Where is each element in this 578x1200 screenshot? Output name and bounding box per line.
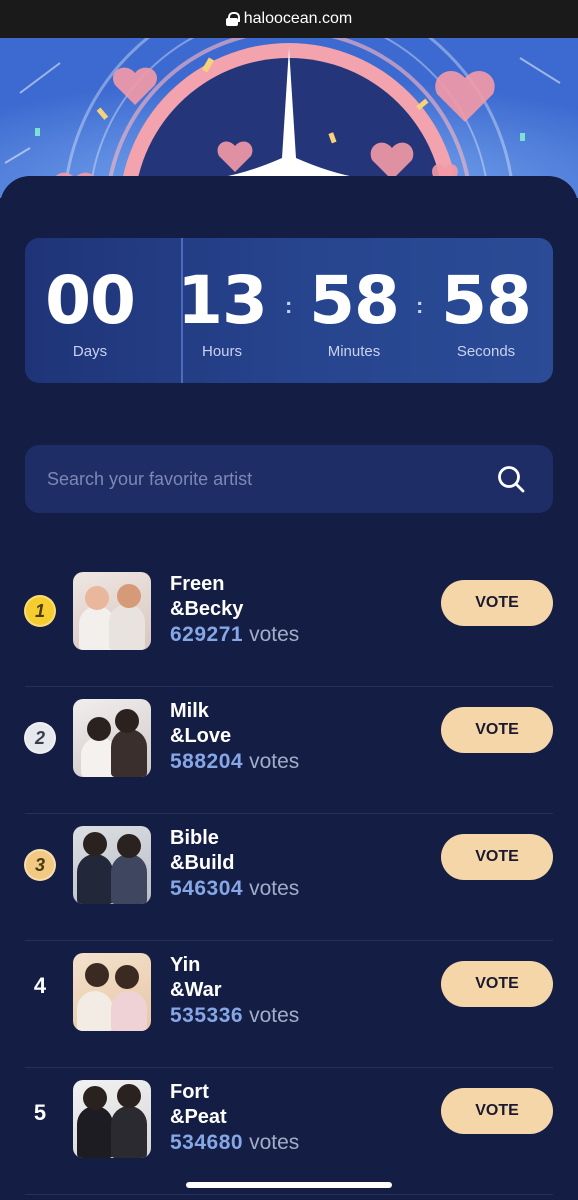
artist-name: Yin &War bbox=[170, 954, 222, 1001]
vote-count: 588204 votes bbox=[170, 750, 300, 773]
vote-button[interactable]: VOTE bbox=[441, 961, 553, 1007]
ranking-row: 4 Yin &War 535336 votes VOTE bbox=[0, 941, 578, 1068]
artist-thumbnail bbox=[73, 572, 151, 650]
vote-count: 629271 votes bbox=[170, 623, 300, 646]
search-input[interactable] bbox=[47, 445, 477, 513]
countdown-separator: : bbox=[416, 293, 424, 318]
ranking-row: 2 Milk &Love 588204 votes VOTE bbox=[0, 687, 578, 814]
silver-medal-icon: 2 bbox=[24, 722, 56, 754]
artist-name: Bible &Build bbox=[170, 827, 235, 874]
vote-count: 546304 votes bbox=[170, 877, 300, 900]
vote-button[interactable]: VOTE bbox=[441, 1088, 553, 1134]
vote-count: 534680 votes bbox=[170, 1131, 300, 1154]
artist-name: Freen &Becky bbox=[170, 573, 244, 620]
countdown-separator: : bbox=[285, 293, 293, 318]
countdown-hours-label: Hours bbox=[201, 343, 242, 360]
artist-thumbnail bbox=[73, 1080, 151, 1158]
countdown-timer: 00 Days 13 Hours : 58 Minutes : 58 Secon… bbox=[25, 238, 553, 383]
search-icon[interactable] bbox=[496, 464, 526, 494]
countdown-days-label: Days bbox=[72, 343, 108, 360]
artist-name: Milk &Love bbox=[170, 700, 232, 747]
artist-search-bar bbox=[25, 445, 553, 513]
hero-artwork bbox=[0, 38, 578, 198]
browser-url-bar[interactable]: haloocean.com bbox=[0, 0, 578, 38]
lock-icon bbox=[225, 12, 240, 26]
url-text: haloocean.com bbox=[243, 10, 353, 27]
countdown-seconds-label: Seconds bbox=[456, 343, 516, 360]
countdown-hours: 13 bbox=[177, 262, 268, 339]
vote-button[interactable]: VOTE bbox=[441, 580, 553, 626]
countdown-days: 00 bbox=[45, 262, 136, 339]
artist-name: Fort &Peat bbox=[170, 1081, 227, 1128]
ranking-row: 5 Fort &Peat 534680 votes VOTE bbox=[0, 1068, 578, 1195]
artist-thumbnail bbox=[73, 699, 151, 777]
vote-count: 535336 votes bbox=[170, 1004, 300, 1027]
vote-button[interactable]: VOTE bbox=[441, 834, 553, 880]
home-indicator[interactable] bbox=[186, 1182, 392, 1188]
bronze-medal-icon: 3 bbox=[24, 849, 56, 881]
countdown-seconds: 58 bbox=[441, 262, 532, 339]
artist-thumbnail bbox=[73, 826, 151, 904]
rank-number: 5 bbox=[33, 1100, 47, 1125]
countdown-minutes: 58 bbox=[309, 262, 400, 339]
hero-banner bbox=[0, 38, 578, 198]
vote-button[interactable]: VOTE bbox=[441, 707, 553, 753]
artist-thumbnail bbox=[73, 953, 151, 1031]
ranking-row: 3 Bible &Build 546304 votes VOTE bbox=[0, 814, 578, 941]
ranking-row: 1 Freen &Becky 629271 votes VOTE bbox=[0, 560, 578, 687]
countdown-minutes-label: Minutes bbox=[327, 343, 381, 360]
rank-number: 4 bbox=[33, 973, 47, 998]
row-divider bbox=[25, 1194, 553, 1195]
gold-medal-icon: 1 bbox=[24, 595, 56, 627]
